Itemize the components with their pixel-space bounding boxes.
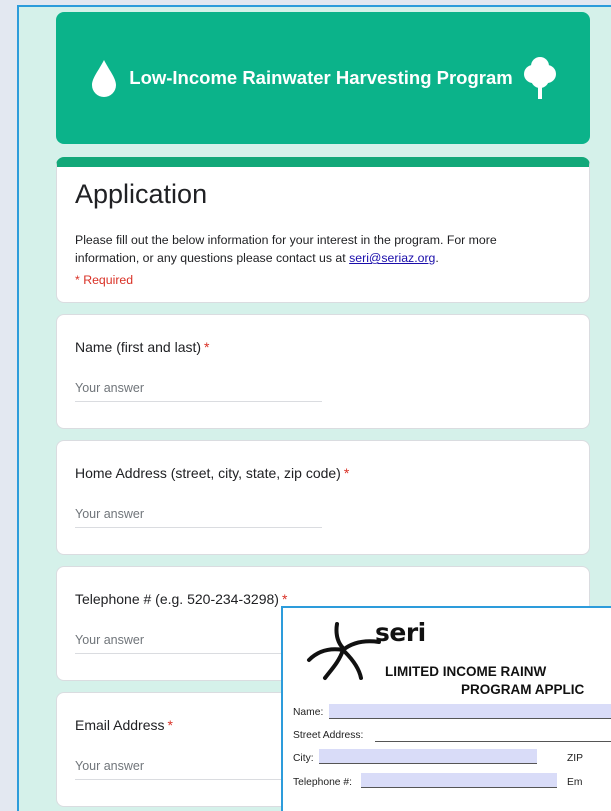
header-title: Low-Income Rainwater Harvesting Program <box>129 67 513 88</box>
paper-city-field[interactable] <box>319 749 537 764</box>
paper-telephone-label: Telephone #: <box>293 777 352 788</box>
contact-email-link[interactable]: seri@seriaz.org <box>349 251 435 265</box>
paper-name-field[interactable] <box>329 704 611 719</box>
question-label-text: Email Address <box>75 717 165 733</box>
question-label: Email Address * <box>75 717 173 733</box>
required-asterisk: * <box>167 717 173 733</box>
seri-logo-text: seri <box>375 618 426 647</box>
question-card-address: Home Address (street, city, state, zip c… <box>56 440 590 555</box>
required-asterisk: * <box>281 591 288 607</box>
paper-form-title-line2: PROGRAM APPLIC <box>461 682 585 697</box>
address-input[interactable]: Your answer <box>75 505 322 528</box>
tree-icon <box>523 57 556 99</box>
required-asterisk: * <box>343 465 350 481</box>
required-asterisk: * <box>204 339 210 355</box>
name-input[interactable]: Your answer <box>75 379 322 402</box>
form-description: Please fill out the below information fo… <box>75 231 545 267</box>
question-label: Name (first and last) * <box>75 339 210 355</box>
water-drop-icon <box>92 60 117 97</box>
question-label-text: Name (first and last) <box>75 339 202 355</box>
paper-form-title-line1: LIMITED INCOME RAINW <box>385 664 547 679</box>
form-title-card: Application Please fill out the below in… <box>56 157 590 303</box>
paper-email-label: Em <box>567 777 583 788</box>
question-label-text: Home Address (street, city, state, zip c… <box>75 465 341 481</box>
question-label: Telephone # (e.g. 520-234-3298) * <box>75 591 287 607</box>
seri-logo-icon <box>307 622 381 680</box>
paper-application-preview: seri LIMITED INCOME RAINW PROGRAM APPLIC… <box>281 606 611 811</box>
paper-city-label: City: <box>293 753 314 764</box>
form-description-end: . <box>435 251 439 265</box>
question-card-name: Name (first and last) * Your answer <box>56 314 590 429</box>
paper-zip-label: ZIP <box>567 753 584 764</box>
paper-street-field[interactable] <box>375 727 611 742</box>
form-header-banner: Low-Income Rainwater Harvesting Program <box>56 12 590 144</box>
paper-street-label: Street Address: <box>293 730 364 741</box>
question-label-text: Telephone # (e.g. 520-234-3298) <box>75 591 279 607</box>
question-label: Home Address (street, city, state, zip c… <box>75 465 349 481</box>
paper-telephone-field[interactable] <box>361 773 557 788</box>
form-title: Application <box>75 179 208 209</box>
paper-name-label: Name: <box>293 707 324 718</box>
required-note: * Required <box>75 273 134 287</box>
